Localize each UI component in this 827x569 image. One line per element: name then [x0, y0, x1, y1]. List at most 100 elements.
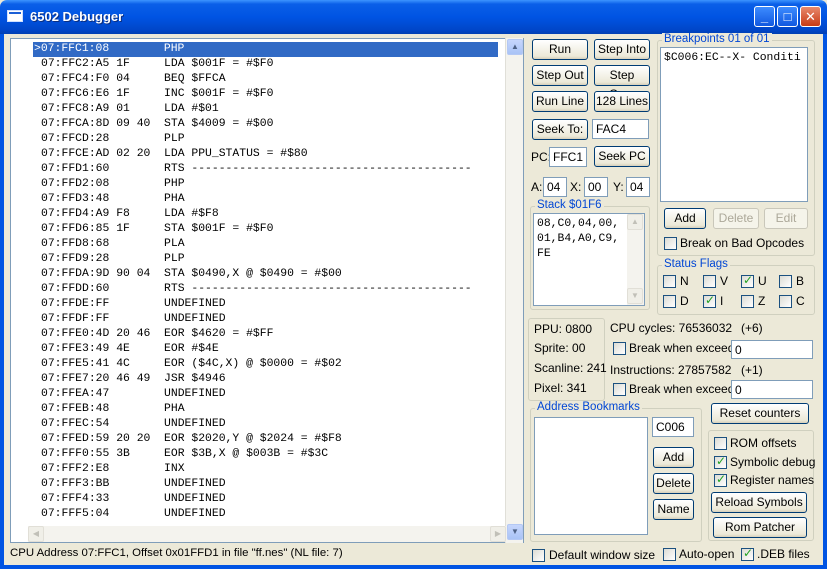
disassembly-line[interactable]: 07:FFD9:28 PLP — [33, 252, 498, 267]
disassembly-line[interactable]: 07:FFF5:04 UNDEFINED — [33, 507, 498, 522]
rom-patcher-button[interactable]: Rom Patcher — [713, 517, 807, 538]
scroll-up-arrow-icon[interactable]: ▲ — [507, 39, 523, 55]
disassembly-line[interactable]: 07:FFEA:47 UNDEFINED — [33, 387, 498, 402]
flag-n-checkbox[interactable] — [663, 275, 676, 288]
breakpoints-title: Breakpoints 01 of 01 — [662, 33, 772, 45]
cpu-break-value-input[interactable]: 0 — [731, 340, 813, 359]
disassembly-line[interactable]: 07:FFD4:A9 F8 LDA #$F8 — [33, 207, 498, 222]
default-window-size-checkbox[interactable] — [532, 549, 545, 562]
reset-counters-button[interactable]: Reset counters — [711, 403, 809, 424]
cpu-break-exceed-checkbox[interactable] — [613, 342, 626, 355]
disassembly-line[interactable]: 07:FFF2:E8 INX — [33, 462, 498, 477]
run-button[interactable]: Run — [532, 39, 588, 60]
seek-to-input[interactable]: FAC4 — [592, 119, 649, 139]
disassembly-line[interactable]: 07:FFF3:BB UNDEFINED — [33, 477, 498, 492]
seek-pc-button[interactable]: Seek PC — [594, 146, 650, 167]
disassembly-line[interactable]: 07:FFE7:20 46 49 JSR $4946 — [33, 372, 498, 387]
rom-offsets-checkbox[interactable] — [714, 437, 727, 450]
disassembly-line[interactable]: 07:FFD2:08 PHP — [33, 177, 498, 192]
x-register-input[interactable]: 00 — [584, 177, 608, 197]
bookmarks-list[interactable] — [534, 417, 648, 535]
disassembly-line[interactable]: 07:FFDA:9D 90 04 STA $0490,X @ $0490 = #… — [33, 267, 498, 282]
pixel-value: Pixel: 341 — [534, 381, 587, 395]
disassembly-line[interactable]: 07:FFEC:54 UNDEFINED — [33, 417, 498, 432]
disassembly-line[interactable]: 07:FFE3:49 4E EOR #$4E — [33, 342, 498, 357]
flag-z-checkbox[interactable] — [741, 295, 754, 308]
auto-open-checkbox[interactable] — [663, 548, 676, 561]
window-frame-left — [0, 34, 4, 569]
instructions-label: Instructions: 27857582 — [610, 363, 732, 377]
disassembly-line[interactable]: 07:FFDD:60 RTS -------------------------… — [33, 282, 498, 297]
disassembly-horizontal-scrollbar[interactable]: ◀ ▶ — [28, 526, 506, 542]
step-over-button[interactable]: Step Over — [594, 65, 650, 101]
disassembly-line[interactable]: 07:FFD6:85 1F STA $001F = #$F0 — [33, 222, 498, 237]
breakpoint-delete-button[interactable]: Delete — [713, 208, 759, 229]
breakpoint-item[interactable]: $C006:EC--X- Conditi — [664, 52, 801, 64]
disassembly-line[interactable]: 07:FFD1:60 RTS -------------------------… — [33, 162, 498, 177]
bookmark-address-input[interactable]: C006 — [652, 417, 694, 437]
disassembly-line[interactable]: 07:FFC4:F0 04 BEQ $FFCA — [33, 72, 498, 87]
pc-input[interactable]: FFC1 — [549, 147, 587, 167]
a-register-input[interactable]: 04 — [543, 177, 567, 197]
bookmark-delete-button[interactable]: Delete — [653, 473, 694, 494]
close-button[interactable]: ✕ — [800, 6, 821, 27]
disassembly-line[interactable]: 07:FFED:59 20 20 EOR $2020,Y @ $2024 = #… — [33, 432, 498, 447]
disassembly-line[interactable]: 07:FFCD:28 PLP — [33, 132, 498, 147]
disassembly-line[interactable]: 07:FFF0:55 3B EOR $3B,X @ $003B = #$3C — [33, 447, 498, 462]
break-on-bad-opcodes-checkbox[interactable] — [664, 237, 677, 250]
disassembly-line[interactable]: 07:FFE5:41 4C EOR ($4C,X) @ $0000 = #$02 — [33, 357, 498, 372]
minimize-icon: _ — [760, 9, 769, 24]
scroll-left-arrow-icon[interactable]: ◀ — [28, 526, 44, 542]
scroll-down-arrow-icon[interactable]: ▼ — [507, 524, 523, 540]
run-line-button[interactable]: Run Line — [532, 91, 588, 112]
breakpoints-list[interactable]: $C006:EC--X- Conditi — [660, 47, 808, 202]
title-bar[interactable]: 6502 Debugger _ □ ✕ — [0, 0, 827, 34]
scroll-up-arrow-icon[interactable]: ▲ — [627, 214, 643, 230]
flag-u-checkbox[interactable] — [741, 273, 754, 288]
disassembly-line[interactable]: 07:FFD8:68 PLA — [33, 237, 498, 252]
minimize-button[interactable]: _ — [754, 6, 775, 27]
breakpoint-edit-button[interactable]: Edit — [764, 208, 808, 229]
disassembly-view[interactable]: >07:FFC1:08 PHP 07:FFC2:A5 1F LDA $001F =… — [10, 38, 524, 543]
flag-b-checkbox[interactable] — [779, 275, 792, 288]
bookmark-name-button[interactable]: Name — [653, 499, 694, 520]
scroll-down-arrow-icon[interactable]: ▼ — [627, 288, 643, 304]
disassembly-line[interactable]: 07:FFCA:8D 09 40 STA $4009 = #$00 — [33, 117, 498, 132]
seek-to-button[interactable]: Seek To: — [532, 119, 588, 140]
flag-v-checkbox[interactable] — [703, 275, 716, 288]
disassembly-line[interactable]: 07:FFEB:48 PHA — [33, 402, 498, 417]
step-out-button[interactable]: Step Out — [532, 65, 588, 86]
sprite-address: Sprite: 00 — [534, 341, 586, 355]
scroll-right-arrow-icon[interactable]: ▶ — [490, 526, 506, 542]
disassembly-line[interactable]: 07:FFD3:48 PHA — [33, 192, 498, 207]
y-register-label: Y: — [613, 180, 624, 194]
disassembly-line[interactable]: 07:FFF4:33 UNDEFINED — [33, 492, 498, 507]
disassembly-line[interactable]: 07:FFC6:E6 1F INC $001F = #$F0 — [33, 87, 498, 102]
flag-d-checkbox[interactable] — [663, 295, 676, 308]
disassembly-line[interactable]: 07:FFCE:AD 02 20 LDA PPU_STATUS = #$80 — [33, 147, 498, 162]
run-128-lines-button[interactable]: 128 Lines — [594, 91, 650, 112]
bookmark-add-button[interactable]: Add — [653, 447, 694, 468]
y-register-input[interactable]: 04 — [626, 177, 650, 197]
flag-c-checkbox[interactable] — [779, 295, 792, 308]
disassembly-line[interactable]: 07:FFC2:A5 1F LDA $001F = #$F0 — [33, 57, 498, 72]
breakpoint-add-button[interactable]: Add — [664, 208, 706, 229]
symbolic-debug-checkbox[interactable] — [714, 454, 727, 469]
deb-files-checkbox[interactable] — [741, 546, 754, 561]
instructions-break-exceed-checkbox[interactable] — [613, 383, 626, 396]
disassembly-line[interactable]: 07:FFDE:FF UNDEFINED — [33, 297, 498, 312]
reload-symbols-button[interactable]: Reload Symbols — [711, 492, 807, 513]
stack-view[interactable]: 08,C0,04,00, 01,B4,A0,C9, FE ▲ ▼ — [533, 213, 645, 306]
step-into-button[interactable]: Step Into — [594, 39, 650, 60]
flag-z-label: Z — [758, 294, 766, 308]
register-names-checkbox[interactable] — [714, 472, 727, 487]
flag-i-checkbox[interactable] — [703, 293, 716, 308]
maximize-button[interactable]: □ — [777, 6, 798, 27]
disassembly-vertical-scrollbar[interactable]: ▲ ▼ — [505, 38, 523, 543]
disassembly-line[interactable]: 07:FFE0:4D 20 46 EOR $4620 = #$FF — [33, 327, 498, 342]
instructions-break-value-input[interactable]: 0 — [731, 380, 813, 399]
stack-scrollbar[interactable]: ▲ ▼ — [627, 214, 644, 305]
disassembly-line[interactable]: 07:FFDF:FF UNDEFINED — [33, 312, 498, 327]
disassembly-line-selected[interactable]: >07:FFC1:08 PHP — [33, 42, 498, 57]
disassembly-line[interactable]: 07:FFC8:A9 01 LDA #$01 — [33, 102, 498, 117]
